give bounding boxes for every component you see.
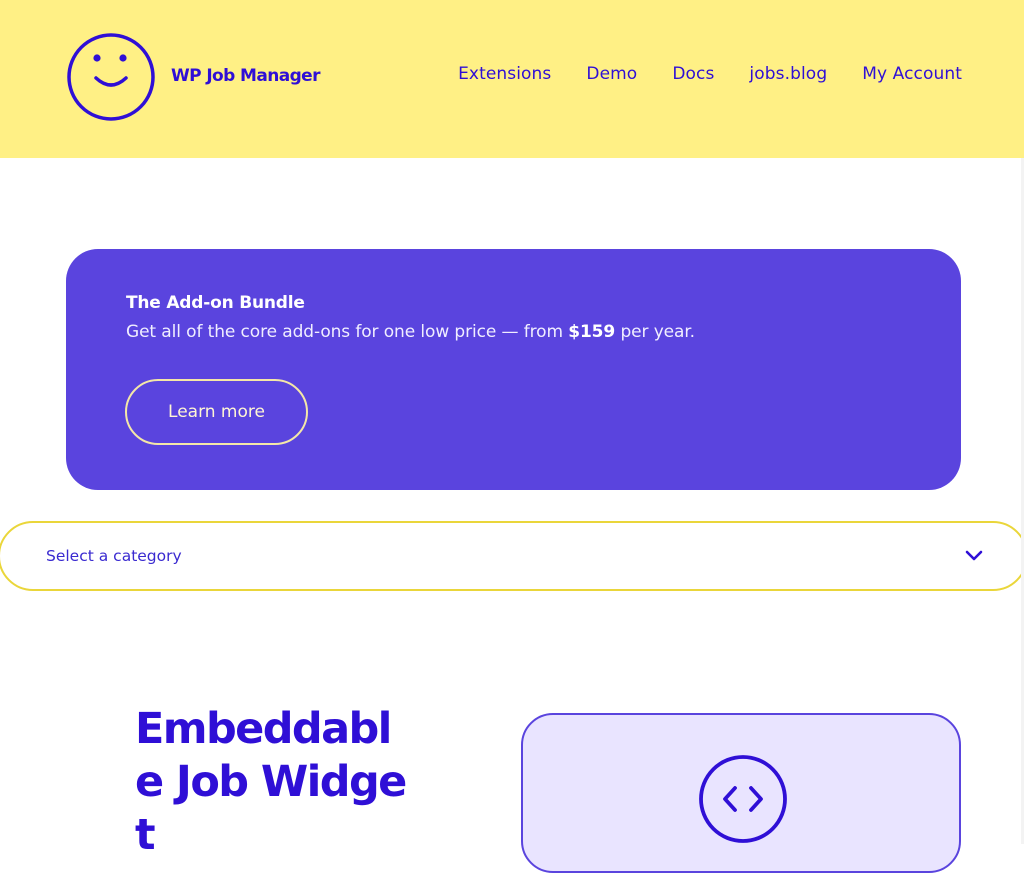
nav-item-docs[interactable]: Docs — [672, 64, 714, 84]
code-icon — [699, 755, 787, 843]
nav-item-demo[interactable]: Demo — [586, 64, 637, 84]
widget-card — [521, 713, 961, 873]
nav-item-my-account[interactable]: My Account — [862, 64, 962, 84]
site-logo-link[interactable]: WP Job Manager — [66, 32, 320, 122]
nav-item-extensions[interactable]: Extensions — [458, 64, 551, 84]
smiley-face-icon — [67, 33, 155, 121]
brand-name: WP Job Manager — [171, 66, 320, 86]
nav-item-jobs-blog[interactable]: jobs.blog — [749, 64, 827, 84]
category-select[interactable]: Select a category — [0, 521, 1024, 591]
banner-description: Get all of the core add-ons for one low … — [126, 322, 695, 342]
learn-more-button[interactable]: Learn more — [125, 379, 308, 445]
hero-title: Embeddable Job Widget — [135, 704, 407, 860]
banner-desc-prefix: Get all of the core add-ons for one low … — [126, 322, 569, 342]
addon-bundle-banner: The Add-on Bundle Get all of the core ad… — [66, 249, 961, 490]
banner-price: $159 — [568, 322, 616, 342]
banner-desc-suffix: per year. — [615, 322, 695, 342]
main-nav: Extensions Demo Docs jobs.blog My Accoun… — [423, 64, 962, 84]
site-header: WP Job Manager Extensions Demo Docs jobs… — [0, 0, 1024, 158]
chevron-down-icon — [965, 550, 983, 561]
category-select-value: Select a category — [46, 547, 182, 565]
banner-title: The Add-on Bundle — [126, 293, 305, 313]
